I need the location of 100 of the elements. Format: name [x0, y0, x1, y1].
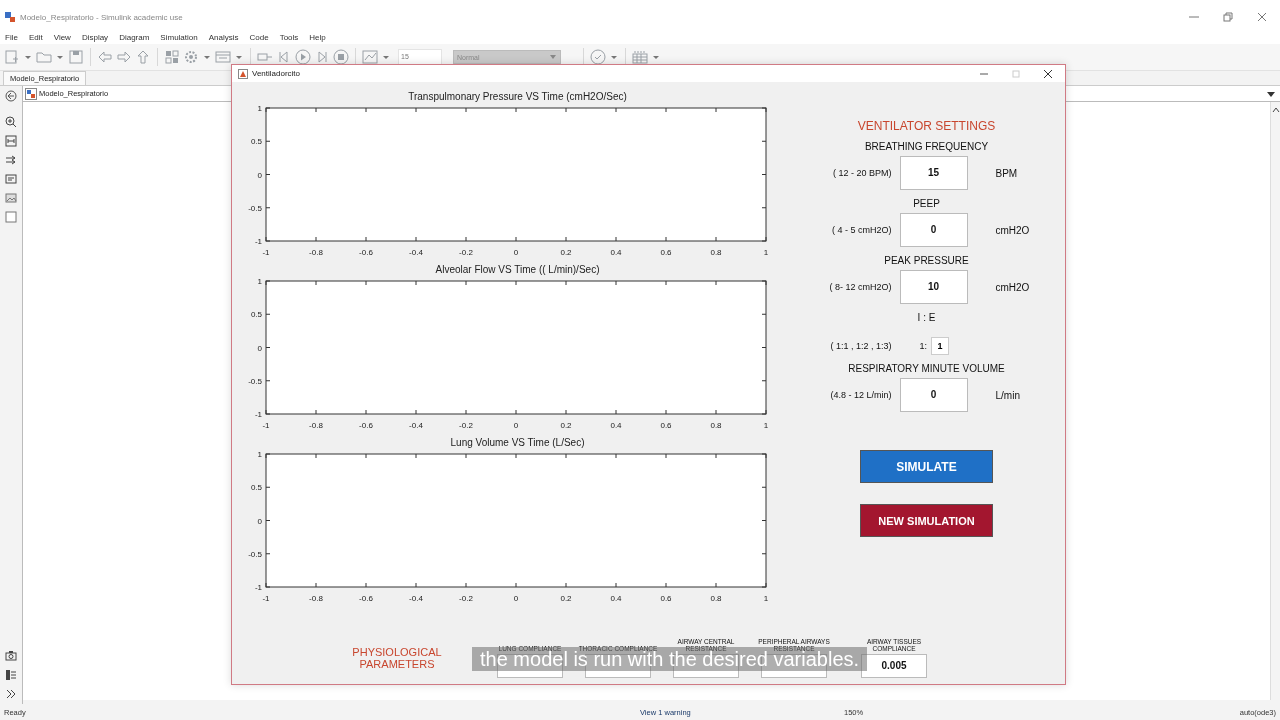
stop-icon[interactable]	[333, 49, 349, 65]
unit-label: L/min	[994, 389, 1021, 401]
scope-icon[interactable]	[362, 49, 378, 65]
fit-view-icon[interactable]	[5, 135, 17, 147]
x-tick-label: -0.4	[409, 421, 423, 430]
dropdown-arrow-icon[interactable]	[1267, 89, 1275, 98]
settings-icon[interactable]	[183, 49, 199, 65]
menu-item[interactable]: Diagram	[119, 32, 150, 42]
x-tick-label: -0.8	[309, 248, 323, 257]
x-tick-label: -0.2	[459, 421, 473, 430]
camera-icon[interactable]	[5, 650, 17, 662]
y-tick-label: -0.5	[248, 549, 262, 559]
check-icon[interactable]	[590, 49, 606, 65]
y-tick-label: 0.5	[250, 310, 262, 320]
chart-title: Lung Volume VS Time (L/Sec)	[449, 437, 586, 448]
model-icon[interactable]	[25, 87, 37, 100]
ratio-field[interactable]: 1	[931, 337, 949, 355]
unit-label: cmH2O	[994, 281, 1031, 293]
menu-item[interactable]: View	[53, 32, 71, 42]
x-tick-label: 0.4	[610, 248, 622, 257]
menu-item[interactable]: Edit	[28, 32, 43, 42]
rectangle-icon[interactable]	[5, 211, 17, 223]
y-tick-label: -1	[254, 237, 262, 246]
menu-item[interactable]: Analysis	[208, 32, 239, 42]
x-tick-label: -0.2	[459, 248, 473, 257]
x-tick-label: -0.8	[309, 421, 323, 430]
annotation-icon[interactable]	[5, 173, 17, 185]
arrows-icon[interactable]	[5, 154, 17, 166]
x-tick-label: 0.6	[660, 594, 672, 603]
image-icon[interactable]	[5, 192, 17, 204]
restore-icon[interactable]	[1222, 11, 1234, 23]
report-icon[interactable]	[5, 669, 17, 681]
y-tick-label: 0	[257, 170, 262, 180]
table-icon[interactable]	[632, 49, 648, 65]
value-field[interactable]: 10	[899, 270, 968, 304]
range-hint: ( 4 - 5 cmH2O)	[831, 225, 892, 235]
x-tick-label: 0.8	[710, 248, 722, 257]
setting-label: BREATHING FREQUENCY	[864, 141, 989, 152]
menu-item[interactable]: Code	[249, 32, 269, 42]
unit-label: BPM	[994, 167, 1019, 179]
range-hint: ( 12 - 20 BPM)	[831, 168, 892, 178]
y-tick-label: 0.5	[250, 483, 262, 493]
close-icon[interactable]	[1043, 68, 1053, 79]
save-icon[interactable]	[68, 49, 84, 65]
menu-item[interactable]: File	[5, 32, 18, 42]
new-model-icon[interactable]	[4, 49, 20, 65]
x-tick-label: 0.2	[560, 594, 572, 603]
parameter-field[interactable]: 0.005	[861, 654, 927, 678]
x-tick-label: 1	[763, 248, 769, 257]
hide-browser-icon[interactable]	[5, 90, 17, 102]
range-hint: ( 8- 12 cmH2O)	[828, 282, 892, 292]
y-tick-label: -0.5	[248, 376, 262, 386]
play-icon[interactable]	[295, 49, 311, 65]
back-arrow-icon[interactable]	[97, 49, 113, 65]
x-tick-label: -0.6	[359, 421, 373, 430]
y-tick-label: 0	[257, 516, 262, 526]
x-tick-label: -1	[262, 248, 270, 257]
value-field[interactable]: 0	[899, 378, 968, 412]
zoom-icon[interactable]	[5, 116, 17, 128]
y-tick-label: 1	[257, 450, 262, 459]
x-tick-label: -0.4	[409, 594, 423, 603]
y-tick-label: 0	[257, 343, 262, 353]
setting-label: RESPIRATORY MINUTE VOLUME	[848, 363, 1005, 374]
x-tick-label: -0.6	[359, 248, 373, 257]
x-tick-label: -0.2	[459, 594, 473, 603]
forward-arrow-icon[interactable]	[116, 49, 132, 65]
expand-icon[interactable]	[5, 688, 17, 700]
window-title: Ventiladorcito	[252, 69, 301, 78]
folder-icon[interactable]	[36, 49, 52, 65]
x-tick-label: 0.2	[560, 248, 572, 257]
x-tick-label: -0.4	[409, 248, 423, 257]
y-tick-label: 0.5	[250, 137, 262, 147]
y-tick-label: 1	[257, 277, 262, 286]
simulate-button[interactable]: SIMULATE	[860, 450, 993, 483]
simulink-app-icon	[4, 11, 16, 23]
x-tick-label: 0	[513, 594, 519, 603]
x-tick-label: 0	[513, 248, 519, 257]
x-tick-label: 0.8	[710, 421, 722, 430]
scroll-up-icon[interactable]	[1271, 107, 1280, 113]
new-simulation-button[interactable]: NEW SIMULATION	[860, 504, 993, 537]
menu-item[interactable]: Display	[81, 32, 109, 42]
chart-title: Transpulmonary Pressure VS Time (cmH2O/Sec)	[407, 91, 628, 102]
x-tick-label: 0.2	[560, 421, 572, 430]
x-tick-label: -1	[262, 421, 270, 430]
caret-icon	[549, 53, 557, 61]
x-tick-label: 0	[513, 421, 519, 430]
menu-item[interactable]: Help	[309, 32, 326, 42]
menu-item[interactable]: Simulation	[160, 32, 198, 42]
grid-icon[interactable]	[215, 49, 231, 65]
setting-label: PEAK PRESSURE	[884, 255, 969, 266]
x-tick-label: 0.4	[610, 421, 622, 430]
x-tick-label: -1	[262, 594, 270, 603]
x-tick-label: -0.8	[309, 594, 323, 603]
menu-item[interactable]: Tools	[279, 32, 299, 42]
x-tick-label: 1	[763, 421, 769, 430]
up-arrow-icon[interactable]	[135, 49, 151, 65]
value-field[interactable]: 0	[899, 213, 968, 247]
value-field[interactable]: 15	[899, 156, 968, 190]
library-icon[interactable]	[164, 49, 180, 65]
x-tick-label: 0.4	[610, 594, 622, 603]
